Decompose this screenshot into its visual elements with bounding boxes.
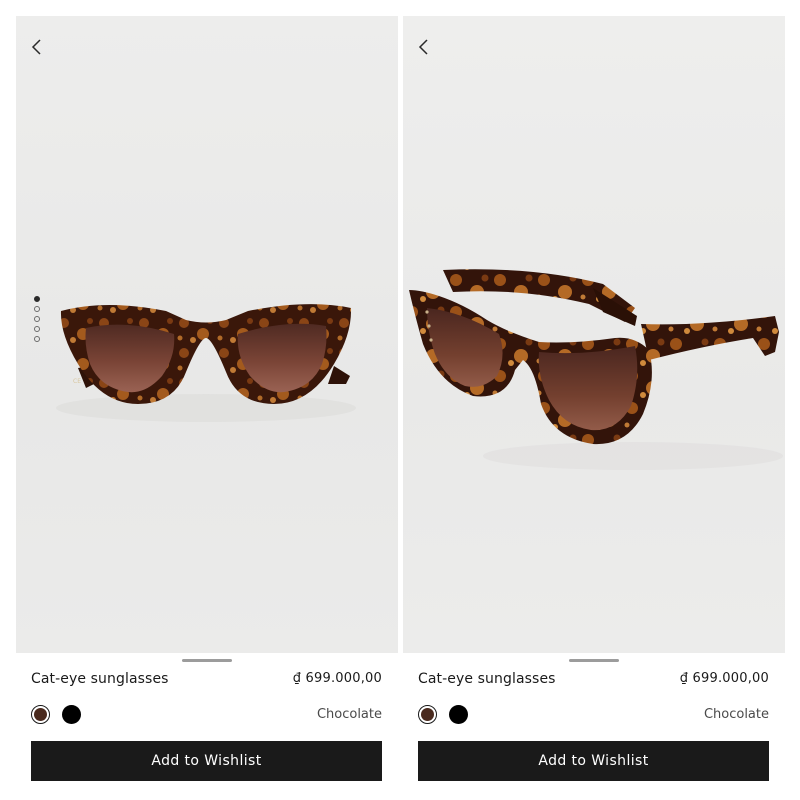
product-panel-right: Cat-eye sunglasses ₫ 699.000,00 Chocolat… xyxy=(403,16,785,800)
selected-color-name: Chocolate xyxy=(316,707,382,722)
pagination-dot[interactable] xyxy=(34,306,40,312)
product-panel-left: CE Cat-eye sunglasses ₫ 699.000,00 Choco… xyxy=(16,16,398,800)
color-swatch-black[interactable] xyxy=(449,705,468,724)
image-pagination-dots xyxy=(34,296,42,346)
color-swatch-black[interactable] xyxy=(62,705,81,724)
pagination-dot-active[interactable] xyxy=(34,296,40,302)
pagination-dot[interactable] xyxy=(34,336,40,342)
product-photo-angle[interactable] xyxy=(403,16,785,653)
product-price: ₫ 699.000,00 xyxy=(292,671,382,686)
selected-color-name: Chocolate xyxy=(703,707,769,722)
sunglasses-angle-image xyxy=(403,16,785,653)
swatch-fill xyxy=(34,708,47,721)
add-to-wishlist-button[interactable]: Add to Wishlist xyxy=(31,741,382,781)
svg-text:CE: CE xyxy=(73,378,81,385)
color-swatch-chocolate[interactable] xyxy=(31,705,50,724)
pagination-dot[interactable] xyxy=(34,326,40,332)
drag-handle[interactable] xyxy=(569,659,619,662)
sunglasses-front-image: CE xyxy=(16,16,398,653)
add-to-wishlist-button[interactable]: Add to Wishlist xyxy=(418,741,769,781)
product-price: ₫ 699.000,00 xyxy=(679,671,769,686)
chevron-left-icon xyxy=(31,39,41,55)
swatch-fill xyxy=(421,708,434,721)
color-swatch-chocolate[interactable] xyxy=(418,705,437,724)
chevron-left-icon xyxy=(418,39,428,55)
drag-handle[interactable] xyxy=(182,659,232,662)
back-button[interactable] xyxy=(413,36,435,58)
pagination-dot[interactable] xyxy=(34,316,40,322)
back-button[interactable] xyxy=(26,36,48,58)
product-name: Cat-eye sunglasses xyxy=(418,671,556,687)
product-name: Cat-eye sunglasses xyxy=(31,671,169,687)
product-photo-front[interactable]: CE xyxy=(16,16,398,653)
